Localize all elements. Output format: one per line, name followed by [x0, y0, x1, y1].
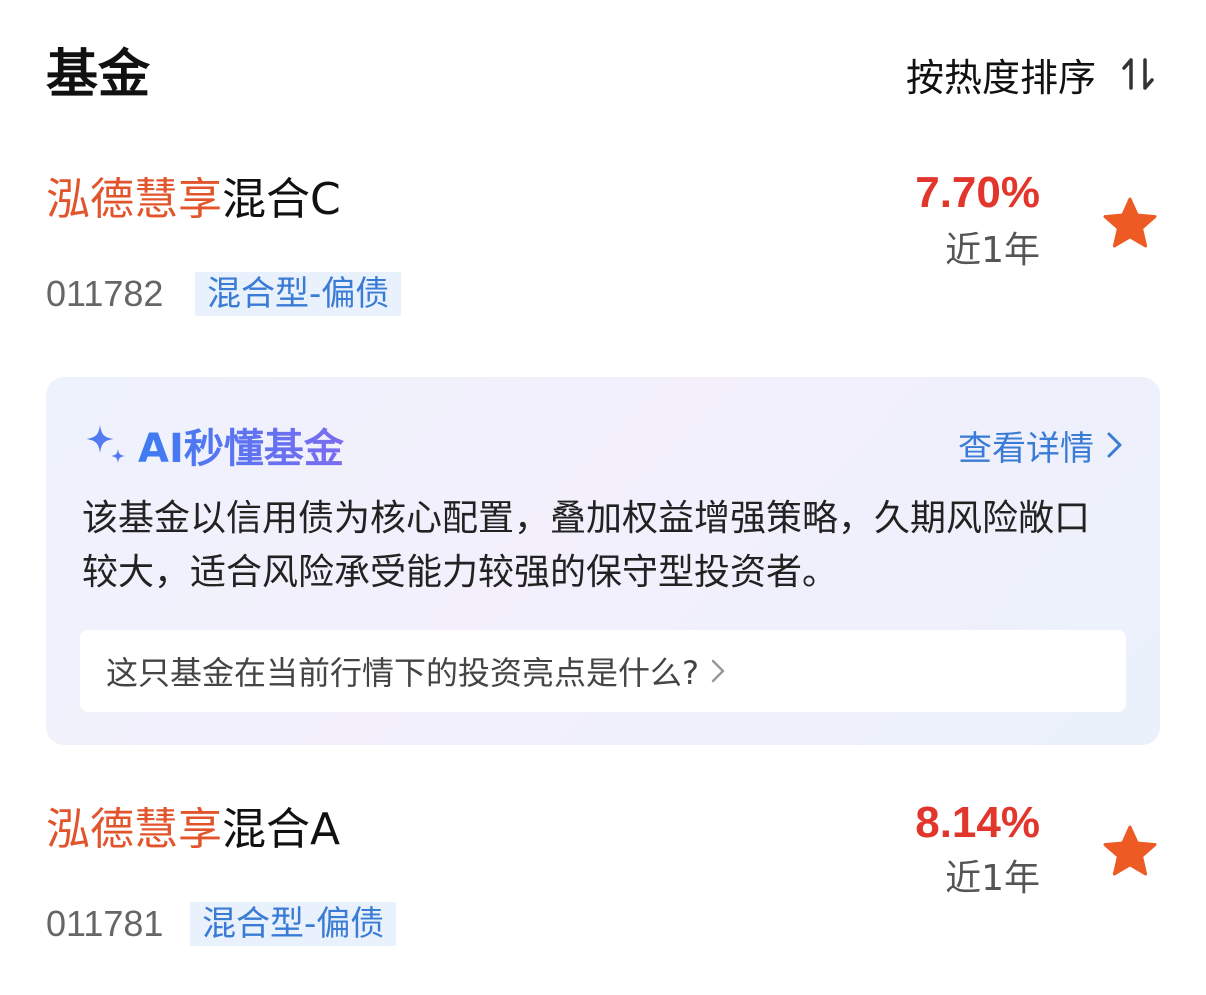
- ai-card-header: AI秒懂基金: [80, 417, 344, 473]
- fund-code: 011781: [46, 903, 164, 944]
- ai-suggested-question[interactable]: 这只基金在当前行情下的投资亮点是什么?: [80, 630, 1126, 712]
- view-details-label: 查看详情: [958, 428, 1094, 469]
- page-title: 基金: [46, 45, 151, 105]
- fund-name-rest: 混合A: [222, 804, 341, 855]
- sort-by-popularity-button[interactable]: 按热度排序: [906, 44, 1158, 104]
- fund-type-tag: 混合型-偏债: [190, 902, 397, 946]
- fund-return: 8.14%: [915, 798, 1040, 847]
- ai-sparkle-icon: [86, 425, 125, 463]
- favorite-star-icon[interactable]: [1100, 194, 1160, 254]
- fund-return-period: 近1年: [945, 230, 1040, 271]
- fund-name: 泓德慧享混合C: [46, 170, 341, 230]
- fund-code: 011782: [46, 273, 164, 314]
- chevron-right-icon: [1107, 432, 1122, 458]
- fund-list-item[interactable]: 泓德慧享混合C 011782 混合型-偏债 7.70% 近1年: [46, 168, 1160, 320]
- fund-list-item[interactable]: 泓德慧享混合A 011781 混合型-偏债 8.14% 近1年: [46, 798, 1160, 950]
- fund-return-period: 近1年: [945, 858, 1040, 899]
- fund-name-highlight: 泓德慧享: [46, 804, 222, 855]
- sort-label: 按热度排序: [905, 55, 1096, 100]
- fund-name: 泓德慧享混合A: [46, 800, 340, 860]
- favorite-star-icon[interactable]: [1100, 822, 1160, 882]
- ai-question-text: 这只基金在当前行情下的投资亮点是什么?: [106, 654, 699, 692]
- chevron-right-icon: [711, 659, 725, 683]
- ai-card-title: AI秒懂基金: [138, 416, 344, 474]
- fund-type-tag: 混合型-偏债: [195, 272, 402, 316]
- sort-arrows-icon: [1122, 58, 1154, 90]
- view-details-link[interactable]: 查看详情: [958, 417, 1126, 473]
- ai-summary-text: 该基金以信用债为核心配置，叠加权益增强策略，久期风险敞口较大，适合风险承受能力较…: [82, 498, 1091, 593]
- fund-list-page: 基金 按热度排序 泓德慧享混合C 011782 混合型-偏债 7.70% 近1年: [0, 0, 1206, 995]
- ai-fund-insight-card: AI秒懂基金 查看详情 该基金以信用债为核心配置，叠加权益增强策略，久期风险敞口…: [46, 377, 1160, 745]
- fund-return: 7.70%: [915, 168, 1040, 217]
- fund-name-highlight: 泓德慧享: [46, 174, 222, 225]
- fund-name-rest: 混合C: [222, 174, 341, 225]
